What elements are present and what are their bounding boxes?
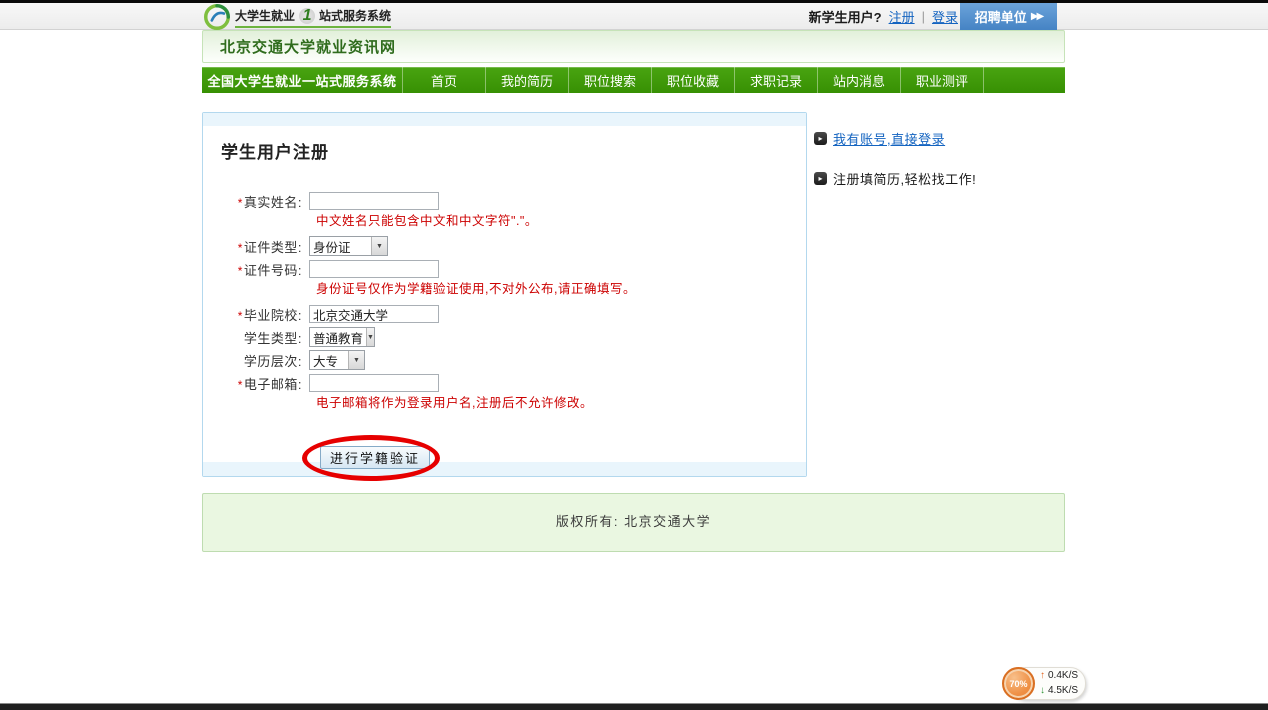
site-title: 北京交通大学就业资讯网 [220, 36, 396, 57]
submit-area: 进行学籍验证 [203, 435, 806, 491]
logo-text: 大学生就业 1 站式服务系统 [235, 7, 391, 28]
arrow-bullet-icon: ▸ [814, 172, 827, 185]
new-user-prompt: 新学生用户? [809, 7, 882, 26]
id-type-row: *证件类型: 身份证 ▼ [203, 235, 806, 257]
nav-item-career-assessment[interactable]: 职业测评 [900, 67, 983, 93]
link-separator: | [922, 9, 925, 24]
school-input[interactable] [309, 305, 439, 323]
top-header-bar: 大学生就业 1 站式服务系统 新学生用户? 注册 | 登录 招聘单位 ▶▶ [0, 3, 1268, 30]
arrow-bullet-icon: ▸ [814, 132, 827, 145]
dropdown-arrow-icon[interactable]: ▼ [371, 237, 387, 255]
upload-speed-row: ↑ 0.4K/S [1040, 669, 1078, 683]
nav-item-job-favorites[interactable]: 职位收藏 [651, 67, 734, 93]
real-name-row: *真实姓名: [203, 190, 806, 212]
top-account-links: 新学生用户? 注册 | 登录 [809, 3, 958, 30]
required-star: * [238, 196, 243, 210]
double-arrow-icon: ▶▶ [1031, 11, 1042, 22]
main-nav: 全国大学生就业一站式服务系统 首页 我的简历 职位搜索 职位收藏 求职记录 站内… [202, 67, 1065, 93]
school-row: *毕业院校: [203, 303, 806, 325]
student-type-select[interactable]: 普通教育 ▼ [309, 327, 375, 347]
login-link[interactable]: 登录 [932, 7, 958, 26]
real-name-label: *真实姓名: [203, 192, 309, 211]
degree-level-select[interactable]: 大专 ▼ [309, 350, 365, 370]
sidebar-slogan-item: ▸ 注册填简历,轻松找工作! [814, 169, 1064, 188]
window-bottom-edge [0, 703, 1268, 710]
degree-level-label: 学历层次: [203, 351, 309, 370]
download-speed-row: ↓ 4.5K/S [1040, 684, 1078, 698]
green-swirl-logo-icon [204, 4, 230, 30]
required-star: * [238, 241, 243, 255]
nav-item-application-history[interactable]: 求职记录 [734, 67, 817, 93]
nav-item-home[interactable]: 首页 [402, 67, 485, 93]
nav-item-job-search[interactable]: 职位搜索 [568, 67, 651, 93]
id-number-label: *证件号码: [203, 260, 309, 279]
upload-arrow-icon: ↑ [1040, 669, 1045, 683]
logo-text-left: 大学生就业 [235, 7, 295, 24]
school-label: *毕业院校: [203, 305, 309, 324]
email-row: *电子邮箱: [203, 372, 806, 394]
dropdown-arrow-icon[interactable]: ▼ [348, 351, 364, 369]
student-type-row: 学生类型: 普通教育 ▼ [203, 326, 806, 348]
copyright-text: 版权所有: 北京交通大学 [556, 511, 711, 551]
form-title: 学生用户注册 [221, 138, 806, 163]
have-account-login-link[interactable]: 我有账号,直接登录 [833, 129, 945, 148]
id-number-row: *证件号码: [203, 258, 806, 280]
register-link[interactable]: 注册 [889, 7, 915, 26]
site-title-banner: 北京交通大学就业资讯网 [202, 30, 1065, 63]
sidebar-login-item: ▸ 我有账号,直接登录 [814, 129, 1064, 148]
degree-level-row: 学历层次: 大专 ▼ [203, 349, 806, 371]
network-speed-widget[interactable]: 70% ↑ 0.4K/S ↓ 4.5K/S [1002, 665, 1086, 703]
real-name-input[interactable] [309, 192, 439, 210]
form-body: *真实姓名: 中文姓名只能包含中文和中文字符"."。 *证件类型: 身份证 ▼ … [203, 190, 806, 491]
download-arrow-icon: ↓ [1040, 684, 1045, 698]
download-speed-value: 4.5K/S [1048, 684, 1078, 698]
right-sidebar: ▸ 我有账号,直接登录 ▸ 注册填简历,轻松找工作! [814, 129, 1064, 209]
id-type-select[interactable]: 身份证 ▼ [309, 236, 388, 256]
verify-enrollment-button[interactable]: 进行学籍验证 [320, 446, 430, 469]
id-type-label: *证件类型: [203, 237, 309, 256]
speed-readouts: ↑ 0.4K/S ↓ 4.5K/S [1040, 669, 1078, 698]
student-type-label: 学生类型: [203, 328, 309, 347]
page: 大学生就业 1 站式服务系统 新学生用户? 注册 | 登录 招聘单位 ▶▶ 北京… [0, 0, 1268, 710]
upload-speed-value: 0.4K/S [1048, 669, 1078, 683]
employer-button[interactable]: 招聘单位 ▶▶ [960, 3, 1057, 30]
email-hint: 电子邮箱将作为登录用户名,注册后不允许修改。 [316, 395, 806, 411]
logo-text-right: 站式服务系统 [319, 7, 391, 24]
nav-item-site-messages[interactable]: 站内消息 [817, 67, 900, 93]
registration-form: 学生用户注册 *真实姓名: 中文姓名只能包含中文和中文字符"."。 *证件类型:… [202, 112, 807, 477]
required-star: * [238, 378, 243, 392]
email-input[interactable] [309, 374, 439, 392]
speed-percent-badge[interactable]: 70% [1002, 667, 1035, 700]
site-logo: 大学生就业 1 站式服务系统 [204, 4, 391, 30]
email-label: *电子邮箱: [203, 374, 309, 393]
nav-item-resume[interactable]: 我的简历 [485, 67, 568, 93]
employer-button-label: 招聘单位 [975, 7, 1027, 26]
dropdown-arrow-icon[interactable]: ▼ [366, 328, 374, 346]
footer: 版权所有: 北京交通大学 [202, 493, 1065, 552]
nav-filler [983, 67, 1065, 93]
slogan-text: 注册填简历,轻松找工作! [833, 169, 976, 188]
form-top-strip [203, 113, 806, 126]
nav-system-label: 全国大学生就业一站式服务系统 [202, 67, 402, 93]
required-star: * [238, 309, 243, 323]
real-name-hint: 中文姓名只能包含中文和中文字符"."。 [316, 213, 806, 229]
id-number-hint: 身份证号仅作为学籍验证使用,不对外公布,请正确填写。 [316, 281, 806, 297]
required-star: * [238, 264, 243, 278]
logo-number-one: 1 [298, 7, 316, 25]
id-number-input[interactable] [309, 260, 439, 278]
